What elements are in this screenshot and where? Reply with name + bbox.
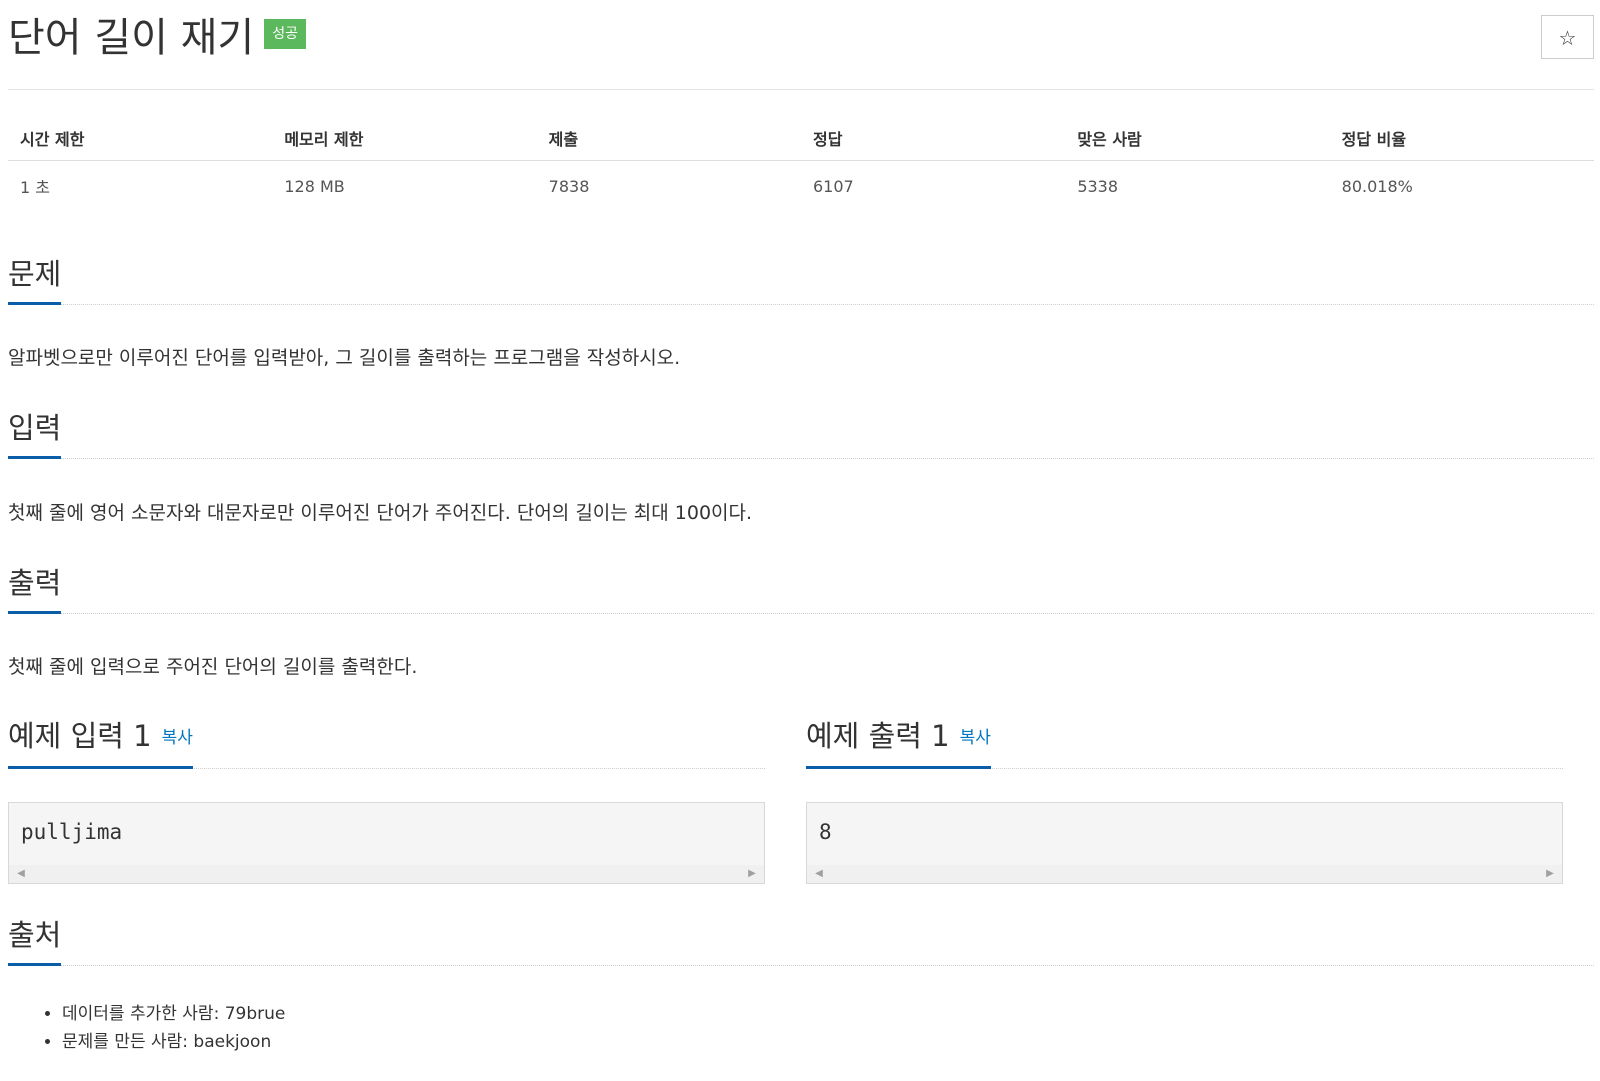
input-headline: 입력: [8, 408, 1594, 459]
value-accepted[interactable]: 6107: [801, 161, 1065, 212]
output-headline: 출력: [8, 563, 1594, 614]
sample-output-copy-button[interactable]: 복사: [960, 728, 991, 748]
sample-input-title: 예제 입력 1: [8, 719, 152, 753]
header-memory-limit: 메모리 제한: [272, 116, 537, 161]
sample-input-title-heading: 예제 입력 1 복사: [8, 718, 193, 769]
header-accept-ratio: 정답 비율: [1329, 116, 1594, 161]
scroll-right-icon[interactable]: ▶: [746, 868, 758, 880]
description-text: 알파벳으로만 이루어진 단어를 입력받아, 그 길이를 출력하는 프로그램을 작…: [8, 347, 681, 369]
description-headline: 문제: [8, 254, 1594, 305]
description-title: 문제: [8, 256, 62, 305]
sample-input-headline: 예제 입력 1 복사: [8, 718, 765, 769]
source-item-data-adder[interactable]: 데이터를 추가한 사람: 79brue: [62, 1000, 1594, 1028]
value-time-limit: 1 초: [20, 178, 50, 197]
value-accept-ratio: 80.018%: [1341, 176, 1413, 196]
sample-input-copy-button[interactable]: 복사: [162, 728, 193, 748]
input-section: 입력 첫째 줄에 영어 소문자와 대문자로만 이루어진 단어가 주어진다. 단어…: [8, 408, 1594, 527]
sample-output-section: 예제 출력 1 복사 8 ◀ ▶: [806, 718, 1563, 884]
value-submissions[interactable]: 7838: [537, 161, 801, 212]
sample-input-box[interactable]: pulljima ◀ ▶: [8, 802, 765, 884]
source-item-problem-author[interactable]: 문제를 만든 사람: baekjoon: [62, 1028, 1594, 1056]
header-time-limit: 시간 제한: [8, 116, 273, 161]
sample-input-section: 예제 입력 1 복사 pulljima ◀ ▶: [8, 718, 765, 884]
sample-input-code: pulljima: [21, 820, 123, 844]
sample-input-scrollbar[interactable]: ◀ ▶: [9, 865, 764, 883]
source-list: 데이터를 추가한 사람: 79brue 문제를 만든 사람: baekjoon: [8, 1000, 1594, 1056]
scroll-right-icon[interactable]: ▶: [1544, 868, 1556, 880]
scroll-left-icon[interactable]: ◀: [15, 868, 27, 880]
header-accepted: 정답: [800, 116, 1066, 161]
header-solved-users: 맞은 사람: [1065, 116, 1330, 161]
sample-output-box[interactable]: 8 ◀ ▶: [806, 802, 1563, 884]
sample-output-scrollbar[interactable]: ◀ ▶: [807, 865, 1562, 883]
source-section: 출처 데이터를 추가한 사람: 79brue 문제를 만든 사람: baekjo…: [8, 915, 1594, 1056]
value-solved-users[interactable]: 5338: [1065, 161, 1329, 212]
sample-output-code: 8: [819, 820, 832, 844]
problem-title: 단어 길이 재기: [8, 15, 255, 61]
output-title: 출력: [8, 565, 62, 614]
result-badge: 성공: [264, 19, 306, 49]
star-icon: ☆: [1558, 26, 1577, 50]
info-header-row: 시간 제한 메모리 제한 제출 정답 맞은 사람 정답 비율: [8, 116, 1594, 161]
header-submissions: 제출: [536, 116, 801, 161]
sample-output-title-heading: 예제 출력 1 복사: [806, 718, 991, 769]
value-memory-limit: 128 MB: [284, 176, 345, 196]
input-title: 입력: [8, 410, 62, 459]
scroll-left-icon[interactable]: ◀: [813, 868, 825, 880]
sample-output-headline: 예제 출력 1 복사: [806, 718, 1563, 769]
input-text: 첫째 줄에 영어 소문자와 대문자로만 이루어진 단어가 주어진다. 단어의 길…: [8, 502, 753, 524]
output-section: 출력 첫째 줄에 입력으로 주어진 단어의 길이를 출력한다.: [8, 563, 1594, 681]
sample-output-title: 예제 출력 1: [806, 719, 950, 753]
problem-title-heading: 단어 길이 재기 성공: [8, 14, 306, 62]
output-text: 첫째 줄에 입력으로 주어진 단어의 길이를 출력한다.: [8, 656, 418, 678]
source-headline: 출처: [8, 915, 1594, 966]
star-button[interactable]: ☆: [1541, 15, 1594, 59]
source-title: 출처: [8, 917, 62, 966]
description-section: 문제 알파벳으로만 이루어진 단어를 입력받아, 그 길이를 출력하는 프로그램…: [8, 254, 1594, 372]
problem-header: 단어 길이 재기 성공 ☆: [8, 0, 1594, 90]
problem-info-table: 시간 제한 메모리 제한 제출 정답 맞은 사람 정답 비율 1 초 128 M…: [8, 116, 1594, 211]
info-value-row: 1 초 128 MB 7838 6107 5338 80.018%: [8, 161, 1594, 212]
